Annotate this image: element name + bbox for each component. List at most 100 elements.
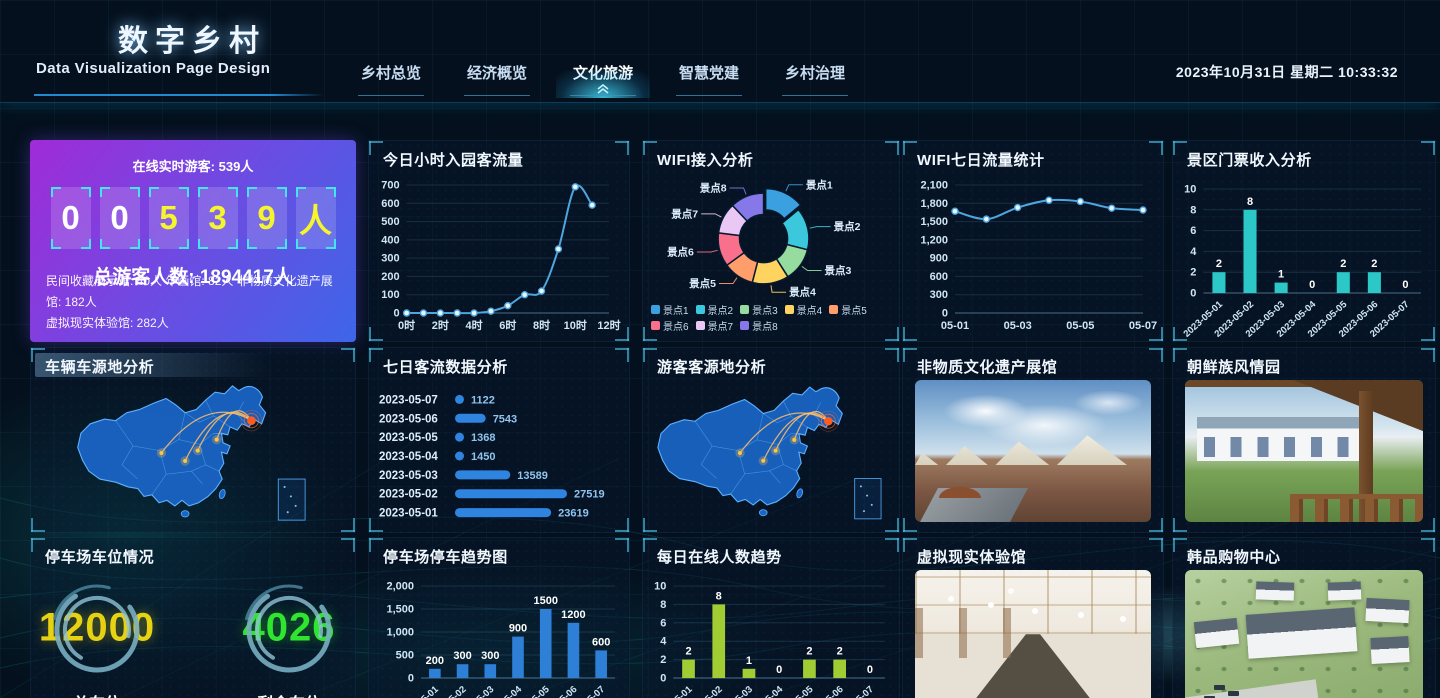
svg-text:0: 0 bbox=[393, 308, 399, 320]
svg-text:2: 2 bbox=[685, 646, 691, 658]
svg-text:2: 2 bbox=[660, 654, 666, 666]
svg-text:10: 10 bbox=[1184, 184, 1196, 196]
panel-title: 朝鲜族风情园 bbox=[1187, 356, 1281, 377]
svg-text:600: 600 bbox=[592, 636, 610, 648]
svg-text:200: 200 bbox=[426, 655, 444, 667]
svg-text:0: 0 bbox=[1190, 288, 1196, 300]
svg-text:2时: 2时 bbox=[432, 318, 449, 332]
venue-visitor-details: 民间收藏展示馆: 40人 年画馆: 82人 非物质文化遗产展馆: 182人 虚拟… bbox=[46, 271, 348, 334]
venue-detail-line2: 虚拟现实体验馆: 282人 bbox=[46, 313, 348, 334]
app-subtitle: Data Visualization Page Design bbox=[36, 60, 270, 77]
gauge-ring: 4026 bbox=[243, 584, 335, 676]
photo-art bbox=[1185, 380, 1423, 431]
svg-text:300: 300 bbox=[930, 289, 948, 301]
svg-text:1: 1 bbox=[1278, 269, 1284, 281]
panel-online-visitors: 在线实时游客: 539人 0 0 5 3 9 人 总游客人数: 1894417人… bbox=[30, 140, 356, 342]
svg-text:2: 2 bbox=[1340, 258, 1346, 270]
subtitle-underline bbox=[34, 94, 324, 96]
svg-text:1,500: 1,500 bbox=[920, 216, 948, 228]
dashboard: 数字乡村 Data Visualization Page Design 乡村总览… bbox=[0, 0, 1440, 698]
counter-digit: 3 bbox=[198, 187, 238, 249]
svg-text:2,100: 2,100 bbox=[920, 180, 948, 192]
svg-text:8: 8 bbox=[1190, 204, 1196, 216]
panel-title: 非物质文化遗产展馆 bbox=[917, 356, 1057, 377]
svg-text:4时: 4时 bbox=[466, 318, 483, 332]
svg-text:2,000: 2,000 bbox=[386, 581, 414, 593]
panel-week-flow: 七日客流数据分析 2023-05-0711222023-05-067543202… bbox=[368, 347, 630, 533]
photo-art bbox=[1245, 607, 1357, 658]
svg-text:500: 500 bbox=[381, 216, 399, 228]
svg-text:1,000: 1,000 bbox=[386, 627, 414, 639]
svg-text:7543: 7543 bbox=[493, 413, 517, 425]
svg-text:景点3: 景点3 bbox=[824, 264, 852, 277]
flip-counter: 0 0 5 3 9 人 bbox=[30, 187, 356, 249]
svg-text:1,500: 1,500 bbox=[386, 604, 414, 616]
photo-art bbox=[1214, 685, 1225, 690]
china-map-vehicle-origin bbox=[35, 378, 351, 528]
panel-wifi-week: WIFI七日流量统计 03006009001,2001,5001,8002,10… bbox=[902, 140, 1164, 342]
photo-korean-park bbox=[1185, 380, 1423, 522]
app-title: 数字乡村 bbox=[118, 16, 266, 60]
svg-text:0: 0 bbox=[660, 673, 666, 685]
total-parking-gauge: 12000 总车位 bbox=[31, 584, 163, 698]
svg-text:2023-05-03: 2023-05-03 bbox=[379, 470, 438, 482]
datetime-display: 2023年10月31日 星期二 10:33:32 bbox=[1176, 62, 1398, 82]
panel-ticket-income: 景区门票收入分析 024681022023-05-0182023-05-0212… bbox=[1172, 140, 1436, 342]
tab-culture-tourism[interactable]: 文化旅游 bbox=[550, 56, 656, 98]
legend-item: 景点5 bbox=[829, 301, 867, 317]
counter-digit: 5 bbox=[149, 187, 189, 249]
svg-text:2: 2 bbox=[1190, 267, 1196, 279]
wifi-access-legend: 景点1景点2景点3景点4景点5景点6景点7景点8 bbox=[651, 301, 895, 337]
photo-art bbox=[1370, 636, 1409, 664]
week-flow-hbar-chart: 2023-05-0711222023-05-0675432023-05-0513… bbox=[373, 380, 625, 528]
svg-text:0: 0 bbox=[942, 308, 948, 320]
svg-text:8时: 8时 bbox=[533, 318, 550, 332]
svg-text:1200: 1200 bbox=[561, 609, 585, 621]
counter-digit: 0 bbox=[100, 187, 140, 249]
tab-village-governance[interactable]: 乡村治理 bbox=[762, 56, 868, 98]
svg-text:05-01: 05-01 bbox=[941, 320, 969, 332]
tab-underline bbox=[358, 95, 424, 96]
svg-text:1368: 1368 bbox=[471, 432, 495, 444]
svg-text:600: 600 bbox=[381, 198, 399, 210]
tab-label: 乡村治理 bbox=[785, 65, 845, 82]
nav-tabs: 乡村总览 经济概览 文化旅游 智慧党建 乡村治理 bbox=[338, 56, 868, 98]
header: 数字乡村 Data Visualization Page Design 乡村总览… bbox=[0, 0, 1440, 103]
panel-title: WIFI七日流量统计 bbox=[917, 149, 1045, 170]
svg-text:2: 2 bbox=[1216, 258, 1222, 270]
legend-item: 景点3 bbox=[740, 301, 778, 317]
svg-text:8: 8 bbox=[1247, 196, 1253, 208]
panel-hourly-flow: 今日小时入园客流量 01002003004005006007000时2时4时6时… bbox=[368, 140, 630, 342]
legend-item: 景点8 bbox=[740, 317, 778, 333]
svg-text:景点8: 景点8 bbox=[699, 181, 727, 194]
svg-text:4: 4 bbox=[660, 636, 667, 648]
online-visitors-value: 539人 bbox=[219, 159, 254, 174]
svg-text:12时: 12时 bbox=[597, 318, 620, 332]
chevron-up-icon bbox=[595, 82, 611, 95]
panel-wifi-access: WIFI接入分析 景点1景点2景点3景点4景点5景点6景点7景点8 景点1景点2… bbox=[642, 140, 900, 342]
panel-title: 每日在线人数趋势 bbox=[657, 546, 782, 567]
svg-text:2023-05-01: 2023-05-01 bbox=[651, 684, 695, 698]
svg-text:2023-05-07: 2023-05-07 bbox=[379, 394, 438, 406]
panel-shopping-center: 韩品购物中心 bbox=[1172, 537, 1436, 698]
svg-text:300: 300 bbox=[481, 650, 499, 662]
photo-art bbox=[915, 608, 1024, 658]
panel-vehicle-origin: 车辆车源地分析 bbox=[30, 347, 356, 533]
photo-vr-hall bbox=[915, 570, 1151, 698]
tab-smart-party[interactable]: 智慧党建 bbox=[656, 56, 762, 98]
tab-underline bbox=[464, 95, 530, 96]
svg-text:05-07: 05-07 bbox=[1129, 320, 1157, 332]
panel-title: 停车场车位情况 bbox=[45, 546, 154, 567]
svg-text:05-05: 05-05 bbox=[1066, 320, 1094, 332]
panel-title: 七日客流数据分析 bbox=[383, 356, 508, 377]
panel-title: 景区门票收入分析 bbox=[1187, 149, 1312, 170]
svg-text:900: 900 bbox=[930, 253, 948, 265]
svg-text:900: 900 bbox=[509, 623, 527, 635]
panel-title: 停车场停车趋势图 bbox=[383, 546, 508, 567]
svg-text:100: 100 bbox=[381, 289, 399, 301]
legend-item: 景点7 bbox=[696, 317, 734, 333]
counter-unit: 人 bbox=[296, 187, 336, 249]
tab-economy-overview[interactable]: 经济概览 bbox=[444, 56, 550, 98]
photo-art bbox=[1228, 691, 1239, 696]
tab-village-overview[interactable]: 乡村总览 bbox=[338, 56, 444, 98]
